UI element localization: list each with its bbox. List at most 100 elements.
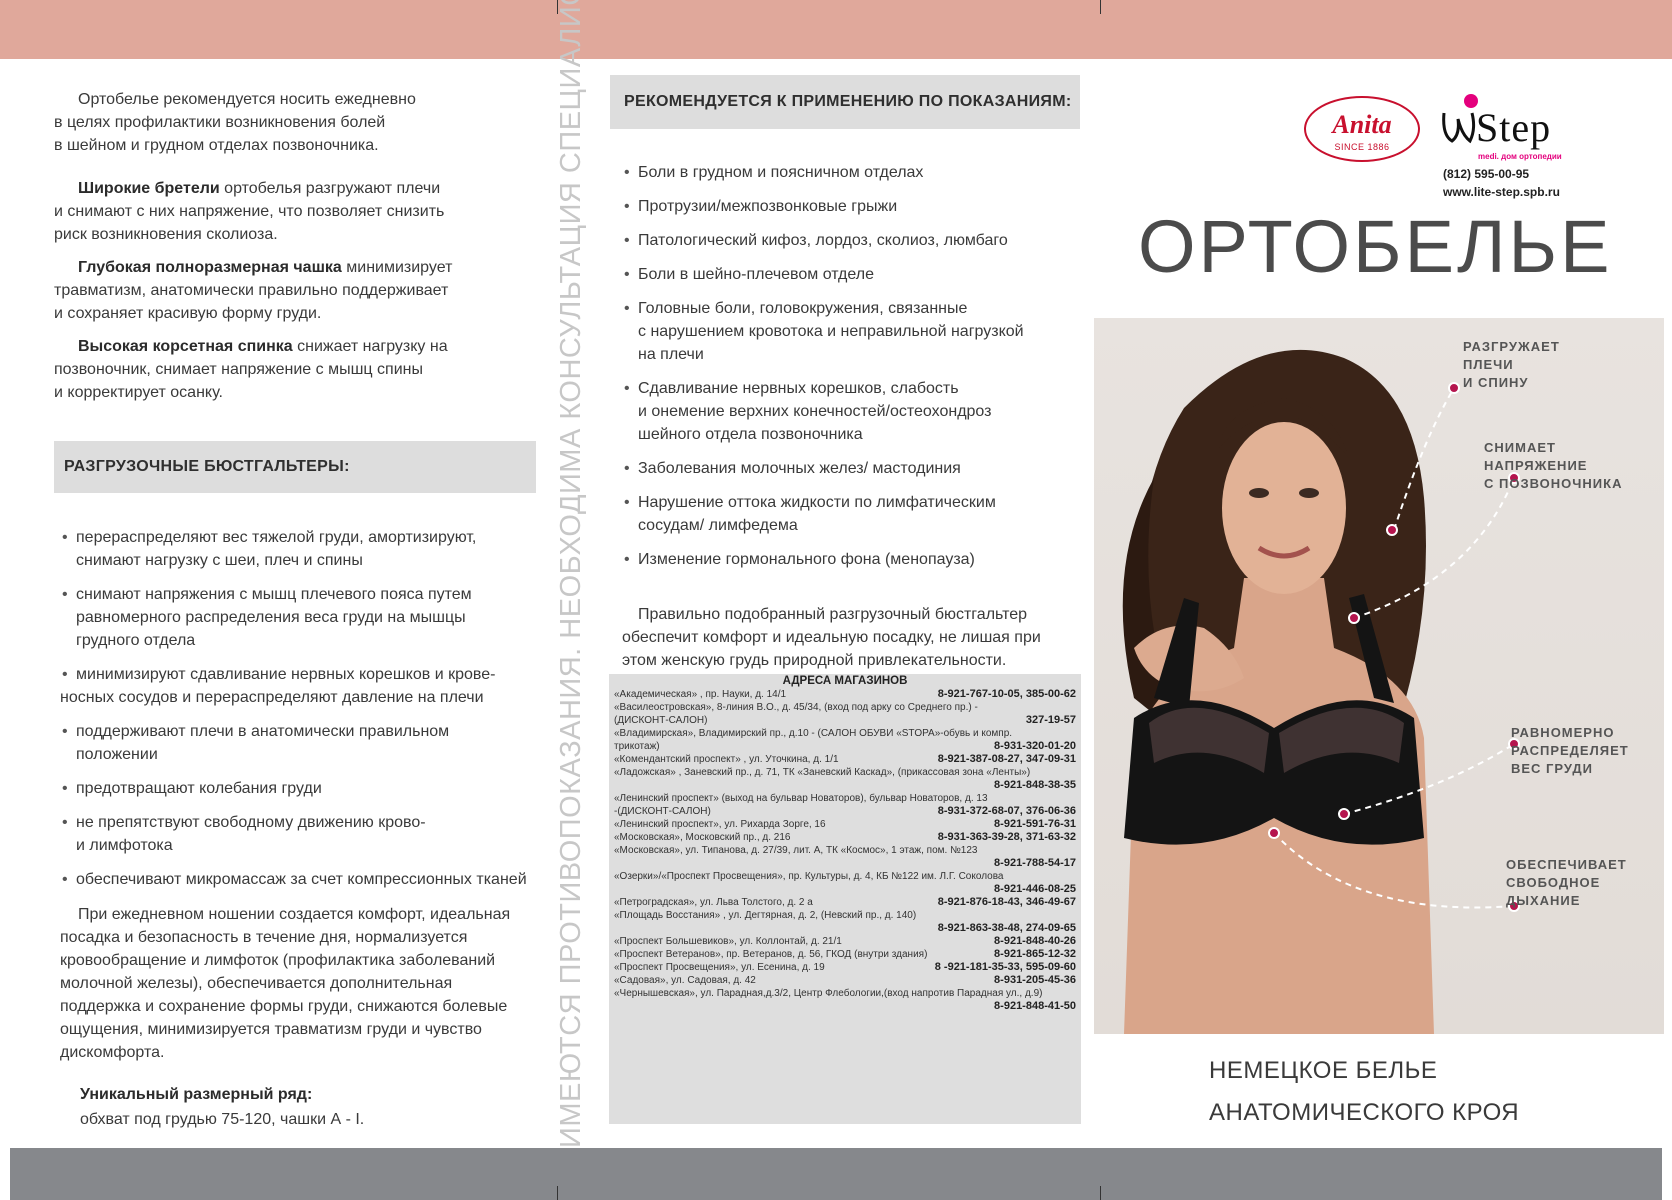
feature-text: риск возникновения сколиоза. <box>54 226 278 243</box>
feature-title: Широкие бретели <box>78 180 220 197</box>
list-item: Заболевания молочных желез/ мастодиния <box>622 457 1082 480</box>
callout-label-breathing: ОБЕСПЕЧИВАЕТ СВОБОДНОЕ ДЫХАНИЕ <box>1506 857 1627 908</box>
store-phone[interactable]: 8-921-876-18-43, 346-49-67 <box>938 896 1076 909</box>
feature-back: Высокая корсетная спинка снижает нагрузк… <box>54 335 536 404</box>
store-row: «Владимирская», Владимирский пр., д.10 -… <box>614 727 1076 740</box>
list-item: минимизируют сдавливание нервных корешко… <box>60 663 536 709</box>
intro-paragraph: Ортобелье рекомендуется носить ежедневно… <box>54 88 536 157</box>
intro-line: Ортобелье рекомендуется носить ежедневно <box>78 91 416 108</box>
store-phone[interactable]: 8-921-387-08-27, 347-09-31 <box>938 753 1076 766</box>
subtitle-line: АНАТОМИЧЕСКОГО КРОЯ <box>1209 1099 1520 1126</box>
store-phone[interactable]: 8 -921-181-35-33, 595-09-60 <box>935 961 1076 974</box>
size-range-text: обхват под грудью 75-120, чашки А - I. <box>80 1111 365 1128</box>
bottom-decorative-band <box>10 1148 1662 1200</box>
fold-mark-top-right <box>1100 0 1101 14</box>
anita-logo-word: Anita <box>1332 110 1392 139</box>
store-address: «Садовая», ул. Садовая, д. 42 <box>614 975 756 986</box>
store-address: трикотаж) <box>614 741 660 752</box>
list-item: снимают напряжения с мышц плечевого пояс… <box>60 583 536 652</box>
section-title-bras: РАЗГРУЗОЧНЫЕ БЮСТГАЛЬТЕРЫ: <box>54 441 536 493</box>
store-row: (ДИСКОНТ-САЛОН) 327-19-57 <box>614 714 1076 727</box>
store-phone[interactable]: 8-921-446-08-25 <box>614 883 1076 896</box>
store-address: «Озерки»/«Проспект Просвещения», пр. Кул… <box>614 871 1004 882</box>
feature-straps: Широкие бретели ортобелья разгружают пле… <box>54 177 536 246</box>
store-phone[interactable]: 8-931-363-39-28, 371-63-32 <box>938 831 1076 844</box>
list-item: поддерживают плечи в анатомически правил… <box>60 720 536 766</box>
feature-text: и снимают с них напряжение, что позволяе… <box>54 203 445 220</box>
anita-logo-since: SINCE 1886 <box>1334 142 1390 152</box>
store-address: (ДИСКОНТ-САЛОН) <box>614 715 708 726</box>
store-phone[interactable]: 8-921-848-38-35 <box>614 779 1076 792</box>
feature-text: травматизм, анатомически правильно подде… <box>54 282 449 299</box>
feature-title: Глубокая полноразмерная чашка <box>78 259 342 276</box>
feature-text: и корректирует осанку. <box>54 384 223 401</box>
store-address: «Московская», Московский пр., д. 216 <box>614 832 791 843</box>
store-row: «Ленинский проспект», ул. Рихарда Зорге,… <box>614 818 1076 831</box>
store-phone[interactable]: 8-921-788-54-17 <box>614 857 1076 870</box>
list-item: обеспечивают микромассаж за счет компрес… <box>60 868 536 891</box>
store-row: «Петроградская», ул. Льва Толстого, д. 2… <box>614 896 1076 909</box>
store-phone[interactable]: 8-931-320-01-20 <box>994 740 1076 753</box>
store-row: «Проспект Просвещения», ул. Есенина, д. … <box>614 961 1076 974</box>
feature-text: и сохраняет красивую форму груди. <box>54 305 322 322</box>
store-row: трикотаж) 8-931-320-01-20 <box>614 740 1076 753</box>
indications-list: Боли в грудном и поясничном отделах Прот… <box>622 161 1082 582</box>
feature-text: минимизирует <box>341 259 453 276</box>
store-address: «Площадь Восстания» , ул. Дегтярная, д. … <box>614 910 917 921</box>
store-row: «Московская», Московский пр., д. 216 8-93… <box>614 831 1076 844</box>
store-address: «Ленинский проспект» (выход на бульвар Н… <box>614 793 988 804</box>
store-row: «Комендантский проспект» , ул. Уточкина,… <box>614 753 1076 766</box>
top-decorative-band <box>0 0 1672 59</box>
store-phone[interactable]: 8-921-863-38-48, 274-09-65 <box>614 922 1076 935</box>
list-item: не препятствуют свободному движению кров… <box>60 811 536 857</box>
store-row: «Проспект Большевиков», ул. Коллонтай, д… <box>614 935 1076 948</box>
store-row: «Василеостровская», 8-линия В.О., д. 45/… <box>614 701 1076 714</box>
store-phone[interactable]: 327-19-57 <box>1026 714 1076 727</box>
size-range-title: Уникальный размерный ряд: <box>80 1086 313 1103</box>
list-item: Патологический кифоз, лордоз, сколиоз, л… <box>622 229 1082 252</box>
contact-phone[interactable]: (812) 595-00-95 <box>1443 167 1529 181</box>
feature-text: снижает нагрузку на <box>292 338 448 355</box>
store-row: -(ДИСКОНТ-САЛОН) 8-931-372-68-07, 376-06-… <box>614 805 1076 818</box>
store-phone[interactable]: 8-921-591-76-31 <box>994 818 1076 831</box>
feature-cup: Глубокая полноразмерная чашка минимизиру… <box>54 256 536 325</box>
step-logo-figure-icon <box>1442 112 1476 144</box>
bras-benefits-list: перераспределяют вес тяжелой груди, амор… <box>60 526 536 902</box>
store-address: «Проспект Просвещения», ул. Есенина, д. … <box>614 962 825 973</box>
section-title-indications: РЕКОМЕНДУЕТСЯ К ПРИМЕНЕНИЮ ПО ПОКАЗАНИЯМ… <box>610 75 1080 129</box>
store-address: «Ленинский проспект», ул. Рихарда Зорге,… <box>614 819 826 830</box>
store-row: «Озерки»/«Проспект Просвещения», пр. Кул… <box>614 870 1076 896</box>
store-row: «Проспект Ветеранов», пр. Ветеранов, д. … <box>614 948 1076 961</box>
store-address: -(ДИСКОНТ-САЛОН) <box>614 806 711 817</box>
store-row: «Садовая», ул. Садовая, д. 42 8-931-205-4… <box>614 974 1076 987</box>
callout-dot-icon <box>1268 827 1280 839</box>
step-logo-subtitle: medi. дом ортопедии <box>1478 152 1562 161</box>
store-address: «Проспект Большевиков», ул. Коллонтай, д… <box>614 936 842 947</box>
store-address: «Московская», ул. Типанова, д. 27/39, ли… <box>614 845 978 856</box>
size-range: Уникальный размерный ряд: обхват под гру… <box>60 1082 540 1132</box>
intro-line: в шейном и грудном отделах позвоночника. <box>54 137 379 154</box>
feature-text: ортобелья разгружают плечи <box>219 180 441 197</box>
store-phone[interactable]: 8-921-848-40-26 <box>994 935 1076 948</box>
list-item: Нарушение оттока жидкости по лимфатическ… <box>622 491 1082 537</box>
feature-title: Высокая корсетная спинка <box>78 338 293 355</box>
store-address: «Академическая» , пр. Науки, д. 14/1 <box>614 689 787 700</box>
store-row: «Академическая» , пр. Науки, д. 14/1 8-92… <box>614 688 1076 701</box>
stores-title: АДРЕСА МАГАЗИНОВ <box>782 675 908 687</box>
step-logo: Step <box>1440 104 1551 151</box>
store-address: «Чернышевская», ул. Парадная,д.3/2, Цент… <box>614 988 1043 999</box>
product-subtitle: НЕМЕЦКОЕ БЕЛЬЕ АНАТОМИЧЕСКОГО КРОЯ <box>1209 1050 1519 1134</box>
store-address: «Василеостровская», 8-линия В.О., д. 45/… <box>614 702 978 713</box>
contact-website-link[interactable]: www.lite-step.spb.ru <box>1443 185 1560 199</box>
store-phone[interactable]: 8-931-372-68-07, 376-06-36 <box>938 805 1076 818</box>
store-phone[interactable]: 8-931-205-45-36 <box>994 974 1076 987</box>
fold-mark-bottom-right <box>1100 1186 1101 1200</box>
store-phone[interactable]: 8-921-848-41-50 <box>614 1000 1076 1013</box>
store-row: «Ладожская» , Заневский пр., д. 71, ТК «… <box>614 766 1076 792</box>
callout-label-weight: РАВНОМЕРНО РАСПРЕДЕЛЯЕТ ВЕС ГРУДИ <box>1511 725 1629 776</box>
store-phone[interactable]: 8-921-767-10-05, 385-00-62 <box>938 688 1076 701</box>
feature-text: позвоночник, снимает напряжение с мышц с… <box>54 361 423 378</box>
store-phone[interactable]: 8-921-865-12-32 <box>994 948 1076 961</box>
product-photo: РАЗГРУЖАЕТ ПЛЕЧИ И СПИНУ СНИМАЕТ НАПРЯЖЕНИЕ… <box>1094 318 1664 1034</box>
fold-mark-bottom-left <box>557 1186 558 1200</box>
